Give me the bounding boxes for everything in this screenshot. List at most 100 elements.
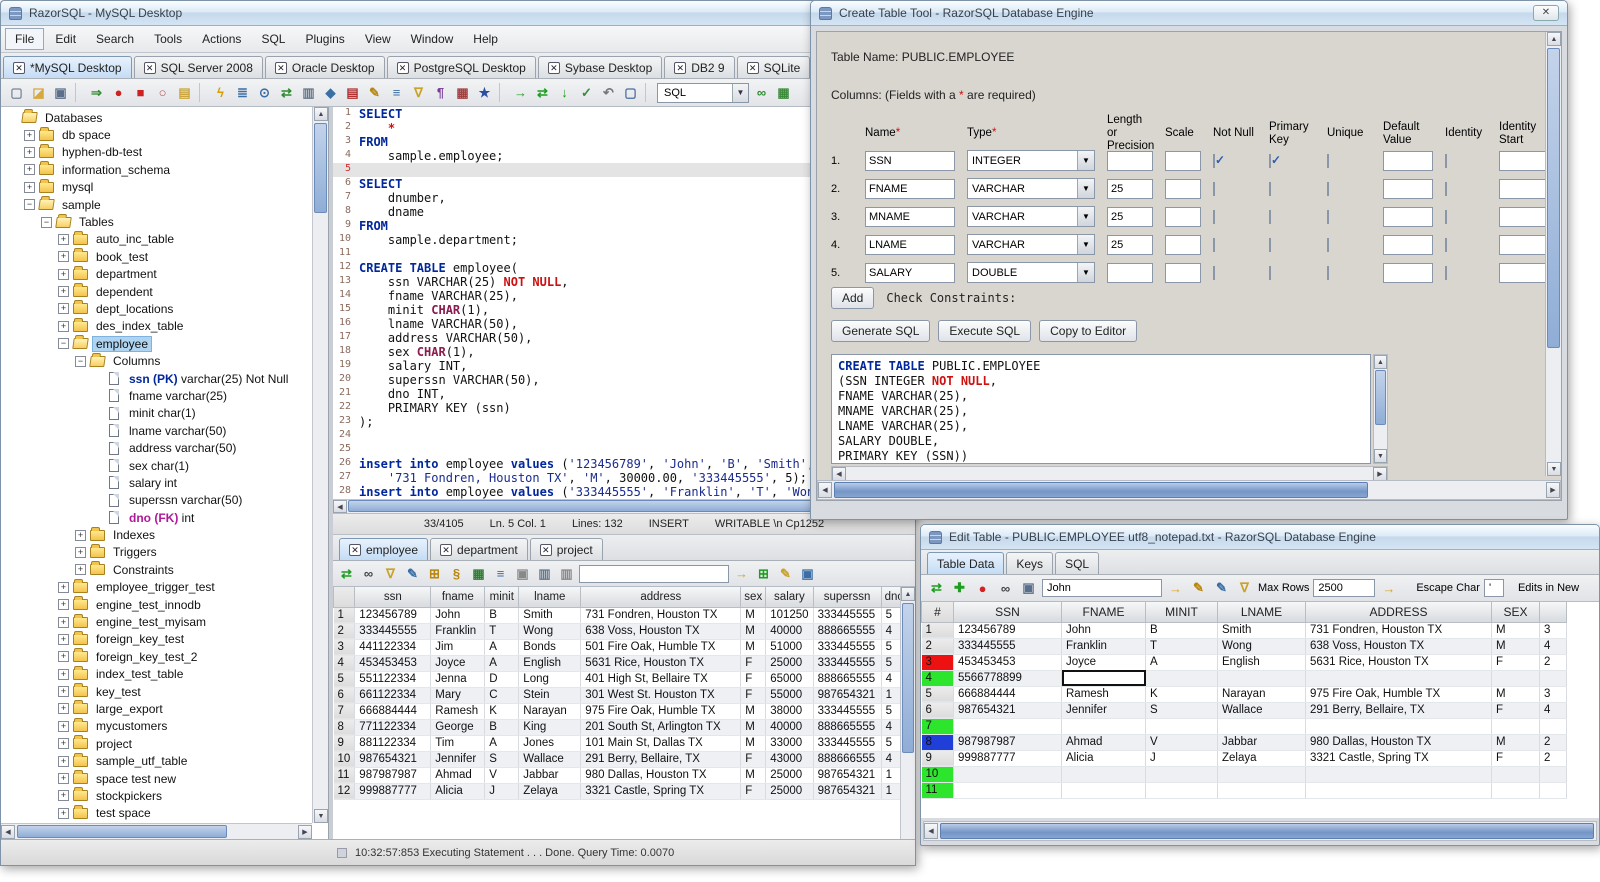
column-type-select[interactable]: VARCHAR ▼	[967, 178, 1095, 199]
results-cell[interactable]: M	[740, 719, 767, 736]
results-cell[interactable]: 25000	[765, 767, 814, 784]
results-column-header[interactable]: minit	[484, 587, 520, 608]
identity-start-input[interactable]	[1499, 206, 1549, 227]
tree-expander-icon[interactable]: +	[58, 790, 69, 802]
column-scale-input[interactable]	[1165, 234, 1201, 255]
results-row[interactable]: 2 333445555 Franklin T Wong 638 Voss, Houston…	[333, 623, 908, 640]
results-row-number[interactable]: 11	[333, 767, 356, 784]
tree-expander-icon[interactable]: +	[58, 268, 69, 280]
results-vertical-scrollbar[interactable]: ▲	[900, 587, 915, 839]
unique-checkbox[interactable]	[1327, 209, 1329, 224]
chevron-down-icon[interactable]: ▼	[1077, 207, 1094, 226]
results-row-number[interactable]: 4	[333, 655, 356, 672]
column-scale-input[interactable]	[1165, 178, 1201, 199]
results-cell[interactable]: 661122334	[354, 687, 432, 704]
sql-mode-select[interactable]: SQL ▼	[657, 82, 749, 103]
tree-item[interactable]: + department	[1, 265, 312, 283]
results-column-header[interactable]: ssn	[354, 587, 432, 608]
new-file-icon[interactable]: ▢	[7, 83, 26, 102]
edit-cell[interactable]: John	[1061, 622, 1146, 639]
edit-row-number[interactable]: 8	[921, 734, 954, 751]
edit-cell[interactable]: 980 Dallas, Houston TX	[1305, 734, 1492, 751]
edit-table-row[interactable]: 5 666884444 Ramesh K Narayan 975 Fire Oak, Hu…	[921, 686, 1567, 703]
results-row-number[interactable]: 12	[333, 783, 356, 800]
favorites-icon[interactable]: ★	[475, 83, 494, 102]
results-cell[interactable]: A	[484, 735, 520, 752]
edit-tab-table-data[interactable]: Table Data	[927, 552, 1005, 574]
tree-item[interactable]: + Triggers	[1, 543, 312, 561]
results-row-number[interactable]: 2	[333, 623, 356, 640]
results-cell[interactable]: D	[484, 671, 520, 688]
column-type-select[interactable]: DOUBLE ▼	[967, 262, 1095, 283]
edit-cell[interactable]	[1491, 718, 1540, 735]
column-type-select[interactable]: VARCHAR ▼	[967, 206, 1095, 227]
edit-cell[interactable]: Smith	[1217, 622, 1306, 639]
tree-item[interactable]: lname varchar(50)	[1, 422, 312, 439]
menu-plugins[interactable]: Plugins	[296, 29, 353, 49]
edit-column-header[interactable]: SEX	[1491, 602, 1540, 623]
insert-row-icon[interactable]: ⊞	[425, 564, 444, 583]
edit-cell[interactable]: 666884444	[953, 686, 1062, 703]
tree-item[interactable]: + employee_trigger_test	[1, 578, 312, 596]
tree-expander-icon[interactable]: +	[58, 286, 69, 298]
edit-cell[interactable]: M	[1491, 622, 1540, 639]
connection-tab[interactable]: ✕ DB2 9	[664, 56, 735, 78]
edit-window-hscroll[interactable]: ◀	[923, 821, 1597, 841]
execute-icon[interactable]: →	[511, 83, 530, 102]
menu-sql[interactable]: SQL	[252, 29, 294, 49]
edit-column-header[interactable]: FNAME	[1061, 602, 1146, 623]
results-cell[interactable]: Tim	[430, 735, 486, 752]
edit-table-row[interactable]: 1 123456789 John B Smith 731 Fondren, Houston…	[921, 622, 1567, 639]
results-row[interactable]: 6 661122334 Mary C Stein 301 West St. Houston…	[333, 687, 908, 704]
results-cell[interactable]: 101 Main St, Dallas TX	[580, 735, 742, 752]
tree-expander-icon[interactable]: −	[58, 338, 69, 350]
tree-expander-icon[interactable]: +	[58, 633, 69, 645]
results-cell[interactable]: Stein	[518, 687, 582, 704]
not-null-checkbox[interactable]	[1213, 181, 1215, 196]
results-cell[interactable]: Jennifer	[430, 751, 486, 768]
chevron-down-icon[interactable]: ▼	[1077, 151, 1094, 170]
compare-icon[interactable]: ◆	[321, 83, 340, 102]
edit-column-header[interactable]: SSN	[953, 602, 1062, 623]
results-cell[interactable]: Ramesh	[430, 703, 486, 720]
results-cell[interactable]: T	[484, 623, 520, 640]
edit-cell[interactable]	[1145, 766, 1218, 783]
edit-cell[interactable]: A	[1145, 654, 1218, 671]
chevron-down-icon[interactable]: ▼	[1077, 235, 1094, 254]
tree-expander-icon[interactable]: +	[58, 668, 69, 680]
results-cell[interactable]: 441122334	[354, 639, 432, 656]
tree-item[interactable]: − sample	[1, 196, 312, 213]
go-arrow-icon[interactable]: →	[1379, 579, 1398, 598]
results-cell[interactable]: 40000	[765, 719, 814, 736]
tree-expander-icon[interactable]: +	[58, 320, 69, 332]
tree-item[interactable]: + db space	[1, 126, 312, 143]
results-cell[interactable]: Narayan	[518, 703, 582, 720]
identity-start-input[interactable]	[1499, 234, 1549, 255]
edit-cell[interactable]: J	[1145, 750, 1218, 767]
scroll-up-icon[interactable]: ▲	[1374, 355, 1387, 369]
results-cell[interactable]: M	[740, 639, 767, 656]
edit-search-input[interactable]	[1042, 579, 1162, 597]
results-cell[interactable]: Jones	[518, 735, 582, 752]
keys-icon[interactable]: §	[447, 564, 466, 583]
primary-key-checkbox[interactable]	[1269, 237, 1271, 252]
copy-to-editor-button[interactable]: Copy to Editor	[1039, 320, 1138, 342]
tree-item[interactable]: sex char(1)	[1, 457, 312, 474]
tree-item[interactable]: + index_test_table	[1, 665, 312, 683]
column-name-input[interactable]	[865, 178, 955, 199]
results-cell[interactable]: V	[484, 767, 520, 784]
edit-cell[interactable]: 975 Fire Oak, Humble TX	[1305, 686, 1492, 703]
results-cell[interactable]: F	[740, 687, 767, 704]
results-cell[interactable]: 975 Fire Oak, Humble TX	[580, 703, 742, 720]
tree-item[interactable]: + key_test	[1, 683, 312, 700]
scroll-left-icon[interactable]: ◀	[1, 825, 15, 839]
tree-item[interactable]: − employee	[1, 335, 312, 352]
tree-horizontal-scrollbar[interactable]: ◀ ▶	[1, 823, 312, 839]
scroll-right-icon[interactable]: ▶	[1373, 467, 1387, 481]
edit-cell[interactable]: 3321 Castle, Spring TX	[1305, 750, 1492, 767]
column-length-input[interactable]	[1107, 262, 1153, 283]
tree-expander-icon[interactable]: +	[58, 616, 69, 628]
sql-box-vscroll[interactable]: ▲ ▼	[1373, 354, 1388, 464]
edit-cell[interactable]: B	[1145, 622, 1218, 639]
results-cell[interactable]: 38000	[765, 703, 814, 720]
